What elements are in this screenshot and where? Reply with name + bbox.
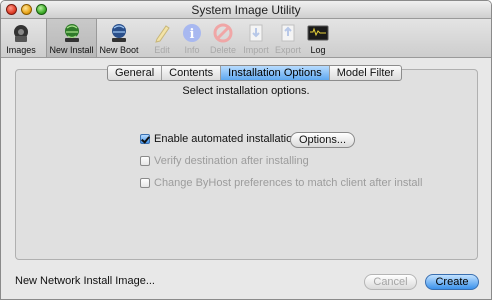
option-change-byhost[interactable]: Change ByHost preferences to match clien… (140, 177, 422, 189)
toolbar-edit-label: Edit (154, 45, 170, 55)
option-verify-destination[interactable]: Verify destination after installing (140, 155, 309, 167)
tab-contents[interactable]: Contents (162, 66, 222, 80)
log-icon (307, 25, 329, 41)
create-button[interactable]: Create (425, 274, 479, 290)
cancel-button[interactable]: Cancel (364, 274, 417, 290)
toolbar-info-label: Info (184, 45, 200, 55)
import-icon (249, 24, 263, 42)
toolbar-delete-label: Delete (209, 45, 236, 55)
svg-text:i: i (190, 27, 195, 42)
options-button[interactable]: Options... (290, 132, 355, 148)
toolbar-new-boot-button[interactable]: New Boot (98, 19, 140, 57)
delete-icon (213, 23, 233, 43)
tab-model-filter[interactable]: Model Filter (330, 66, 401, 80)
toolbar-new-install-button[interactable]: New Install (46, 19, 97, 57)
new-boot-icon (112, 24, 126, 42)
info-icon: i (183, 24, 201, 42)
tab-general[interactable]: General (108, 66, 163, 80)
instruction-text: Select installation options. (182, 85, 310, 97)
toolbar-images-button[interactable]: Images (4, 19, 38, 57)
images-icon (14, 25, 28, 42)
toolbar-import-label: Import (243, 45, 269, 55)
toolbar-import-button[interactable]: Import (241, 19, 271, 57)
option-enable-automated-installation[interactable]: Enable automated installation (140, 133, 298, 145)
toolbar-delete-button[interactable]: Delete (207, 19, 239, 57)
toolbar-images-label: Images (6, 45, 36, 55)
enable-automated-installation-checkbox[interactable] (140, 134, 150, 144)
toolbar-log-button[interactable]: Log (305, 19, 331, 57)
change-byhost-label: Change ByHost preferences to match clien… (154, 177, 423, 189)
toolbar-export-button[interactable]: Export (273, 19, 303, 57)
title-bar[interactable]: System Image Utility (1, 1, 491, 19)
toolbar-edit-button[interactable]: Edit (149, 19, 175, 57)
new-image-name-label: New Network Install Image... (15, 275, 155, 287)
app-window: System Image Utility Images New Install (0, 0, 492, 300)
verify-destination-label: Verify destination after installing (154, 155, 309, 167)
edit-icon (155, 25, 170, 43)
verify-destination-checkbox[interactable] (140, 156, 150, 166)
toolbar: Images New Install New Boot Edit i Info … (1, 19, 491, 58)
window-title: System Image Utility (191, 3, 301, 17)
toolbar-new-install-label: New Install (49, 45, 94, 55)
toolbar-export-label: Export (274, 45, 301, 55)
new-install-icon (64, 24, 79, 42)
tab-bar: General Contents Installation Options Mo… (107, 65, 403, 81)
toolbar-log-label: Log (310, 45, 326, 55)
toolbar-new-boot-label: New Boot (99, 45, 139, 55)
toolbar-info-button[interactable]: i Info (179, 19, 205, 57)
enable-automated-installation-label: Enable automated installation (154, 133, 299, 145)
export-icon (281, 24, 295, 42)
change-byhost-checkbox[interactable] (140, 178, 150, 188)
tab-installation-options[interactable]: Installation Options (221, 66, 330, 80)
